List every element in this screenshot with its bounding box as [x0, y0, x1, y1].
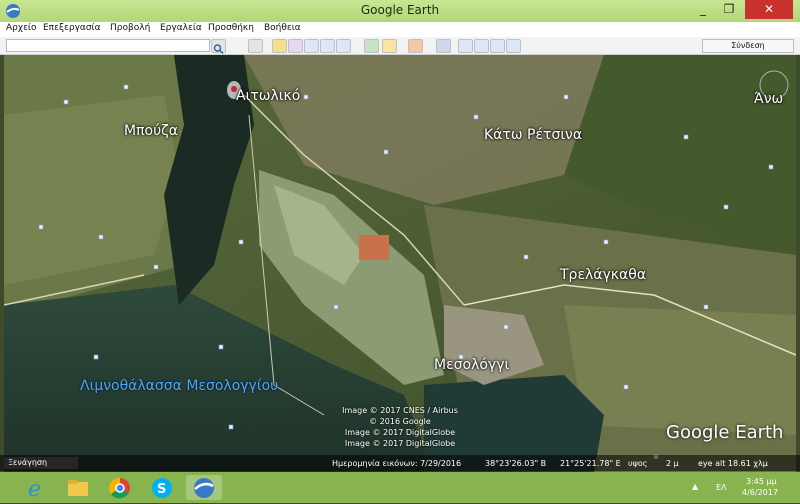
menu-bar: Αρχείο Επεξεργασία Προβολή Εργαλεία Προσ… [0, 22, 800, 37]
menu-add[interactable]: Προσθήκη [208, 23, 254, 33]
eye-altitude: eye alt 18.61 χλμ [698, 459, 768, 468]
planets-icon[interactable] [408, 39, 423, 53]
historical-imagery-icon[interactable] [364, 39, 379, 53]
overlay-icon[interactable] [320, 39, 335, 53]
tour-button[interactable]: Ξενάγηση [4, 457, 78, 469]
latitude-readout: 38°23'26.03" B [485, 459, 547, 468]
place-label-mesolongi[interactable]: Μεσολόγγι [434, 357, 509, 373]
elevation-value: 2 μ [666, 459, 679, 468]
imagery-credit-1: Image © 2017 CNES / Airbus [342, 406, 458, 415]
place-label-aitoliko[interactable]: Αιτωλικό [236, 88, 300, 104]
place-label-bouza[interactable]: Μπούζα [124, 123, 178, 139]
tray-chevron-icon[interactable]: ▲ [692, 482, 698, 491]
place-label-ano[interactable]: Άνω [754, 91, 783, 107]
elevation-label: υψος [628, 459, 648, 468]
title-bar[interactable]: Google Earth _ ❐ ✕ [0, 0, 800, 23]
menu-help[interactable]: Βοήθεια [264, 23, 301, 33]
placemark-icon[interactable] [272, 39, 287, 53]
svg-text:S: S [157, 482, 166, 497]
menu-view[interactable]: Προβολή [110, 23, 150, 33]
clock-time[interactable]: 3:45 μμ [746, 477, 777, 486]
record-tour-icon[interactable] [336, 39, 351, 53]
google-earth-taskbar-icon[interactable] [186, 475, 222, 500]
window-title: Google Earth [360, 3, 440, 17]
close-button[interactable]: ✕ [745, 0, 793, 19]
maximize-button[interactable]: ❐ [716, 0, 742, 19]
print-icon[interactable] [474, 39, 489, 53]
longitude-readout: 21°25'21.78" E [560, 459, 621, 468]
polygon-icon[interactable] [288, 39, 303, 53]
google-maps-icon[interactable] [506, 39, 521, 53]
place-label-kato-retsina[interactable]: Κάτω Ρέτσινα [484, 127, 582, 143]
menu-file[interactable]: Αρχείο [6, 23, 37, 33]
email-icon[interactable] [458, 39, 473, 53]
minimize-button[interactable]: _ [690, 0, 716, 19]
search-input[interactable] [6, 39, 210, 52]
toolbar: Σύνδεση [0, 37, 800, 55]
menu-tools[interactable]: Εργαλεία [160, 23, 202, 33]
search-icon[interactable] [211, 39, 226, 54]
map-viewport[interactable]: Αιτωλικό Μπούζα Κάτω Ρέτσινα Άνω Τρελάγκ… [4, 55, 796, 472]
menu-edit[interactable]: Επεξεργασία [43, 23, 101, 33]
windows-taskbar: e S ▲ ΕΛ 3:45 μμ 4/6/2017 [0, 472, 800, 503]
google-earth-window: Google Earth _ ❐ ✕ Αρχείο Επεξεργασία Πρ… [0, 0, 800, 503]
sidebar-toggle-icon[interactable] [248, 39, 263, 53]
place-label-mesolongi-lagoon[interactable]: Λιμνοθάλασσα Μεσολογγίου [80, 378, 278, 394]
ruler-icon[interactable] [436, 39, 451, 53]
imagery-date: Ημερομηνία εικόνων: 7/29/2016 [332, 459, 462, 468]
sunlight-icon[interactable] [382, 39, 397, 53]
sign-in-button[interactable]: Σύνδεση [702, 39, 794, 53]
path-icon[interactable] [304, 39, 319, 53]
skype-icon[interactable]: S [144, 475, 180, 500]
svg-text:e: e [28, 477, 41, 500]
input-language[interactable]: ΕΛ [716, 483, 727, 492]
google-earth-logo: Google Earth [666, 422, 784, 443]
save-image-icon[interactable] [490, 39, 505, 53]
file-explorer-icon[interactable] [60, 475, 96, 500]
internet-explorer-icon[interactable]: e [18, 475, 54, 502]
clock-date[interactable]: 4/6/2017 [742, 488, 778, 497]
place-label-trelagkatha[interactable]: Τρελάγκαθα [560, 267, 646, 283]
chrome-icon[interactable] [102, 475, 138, 500]
